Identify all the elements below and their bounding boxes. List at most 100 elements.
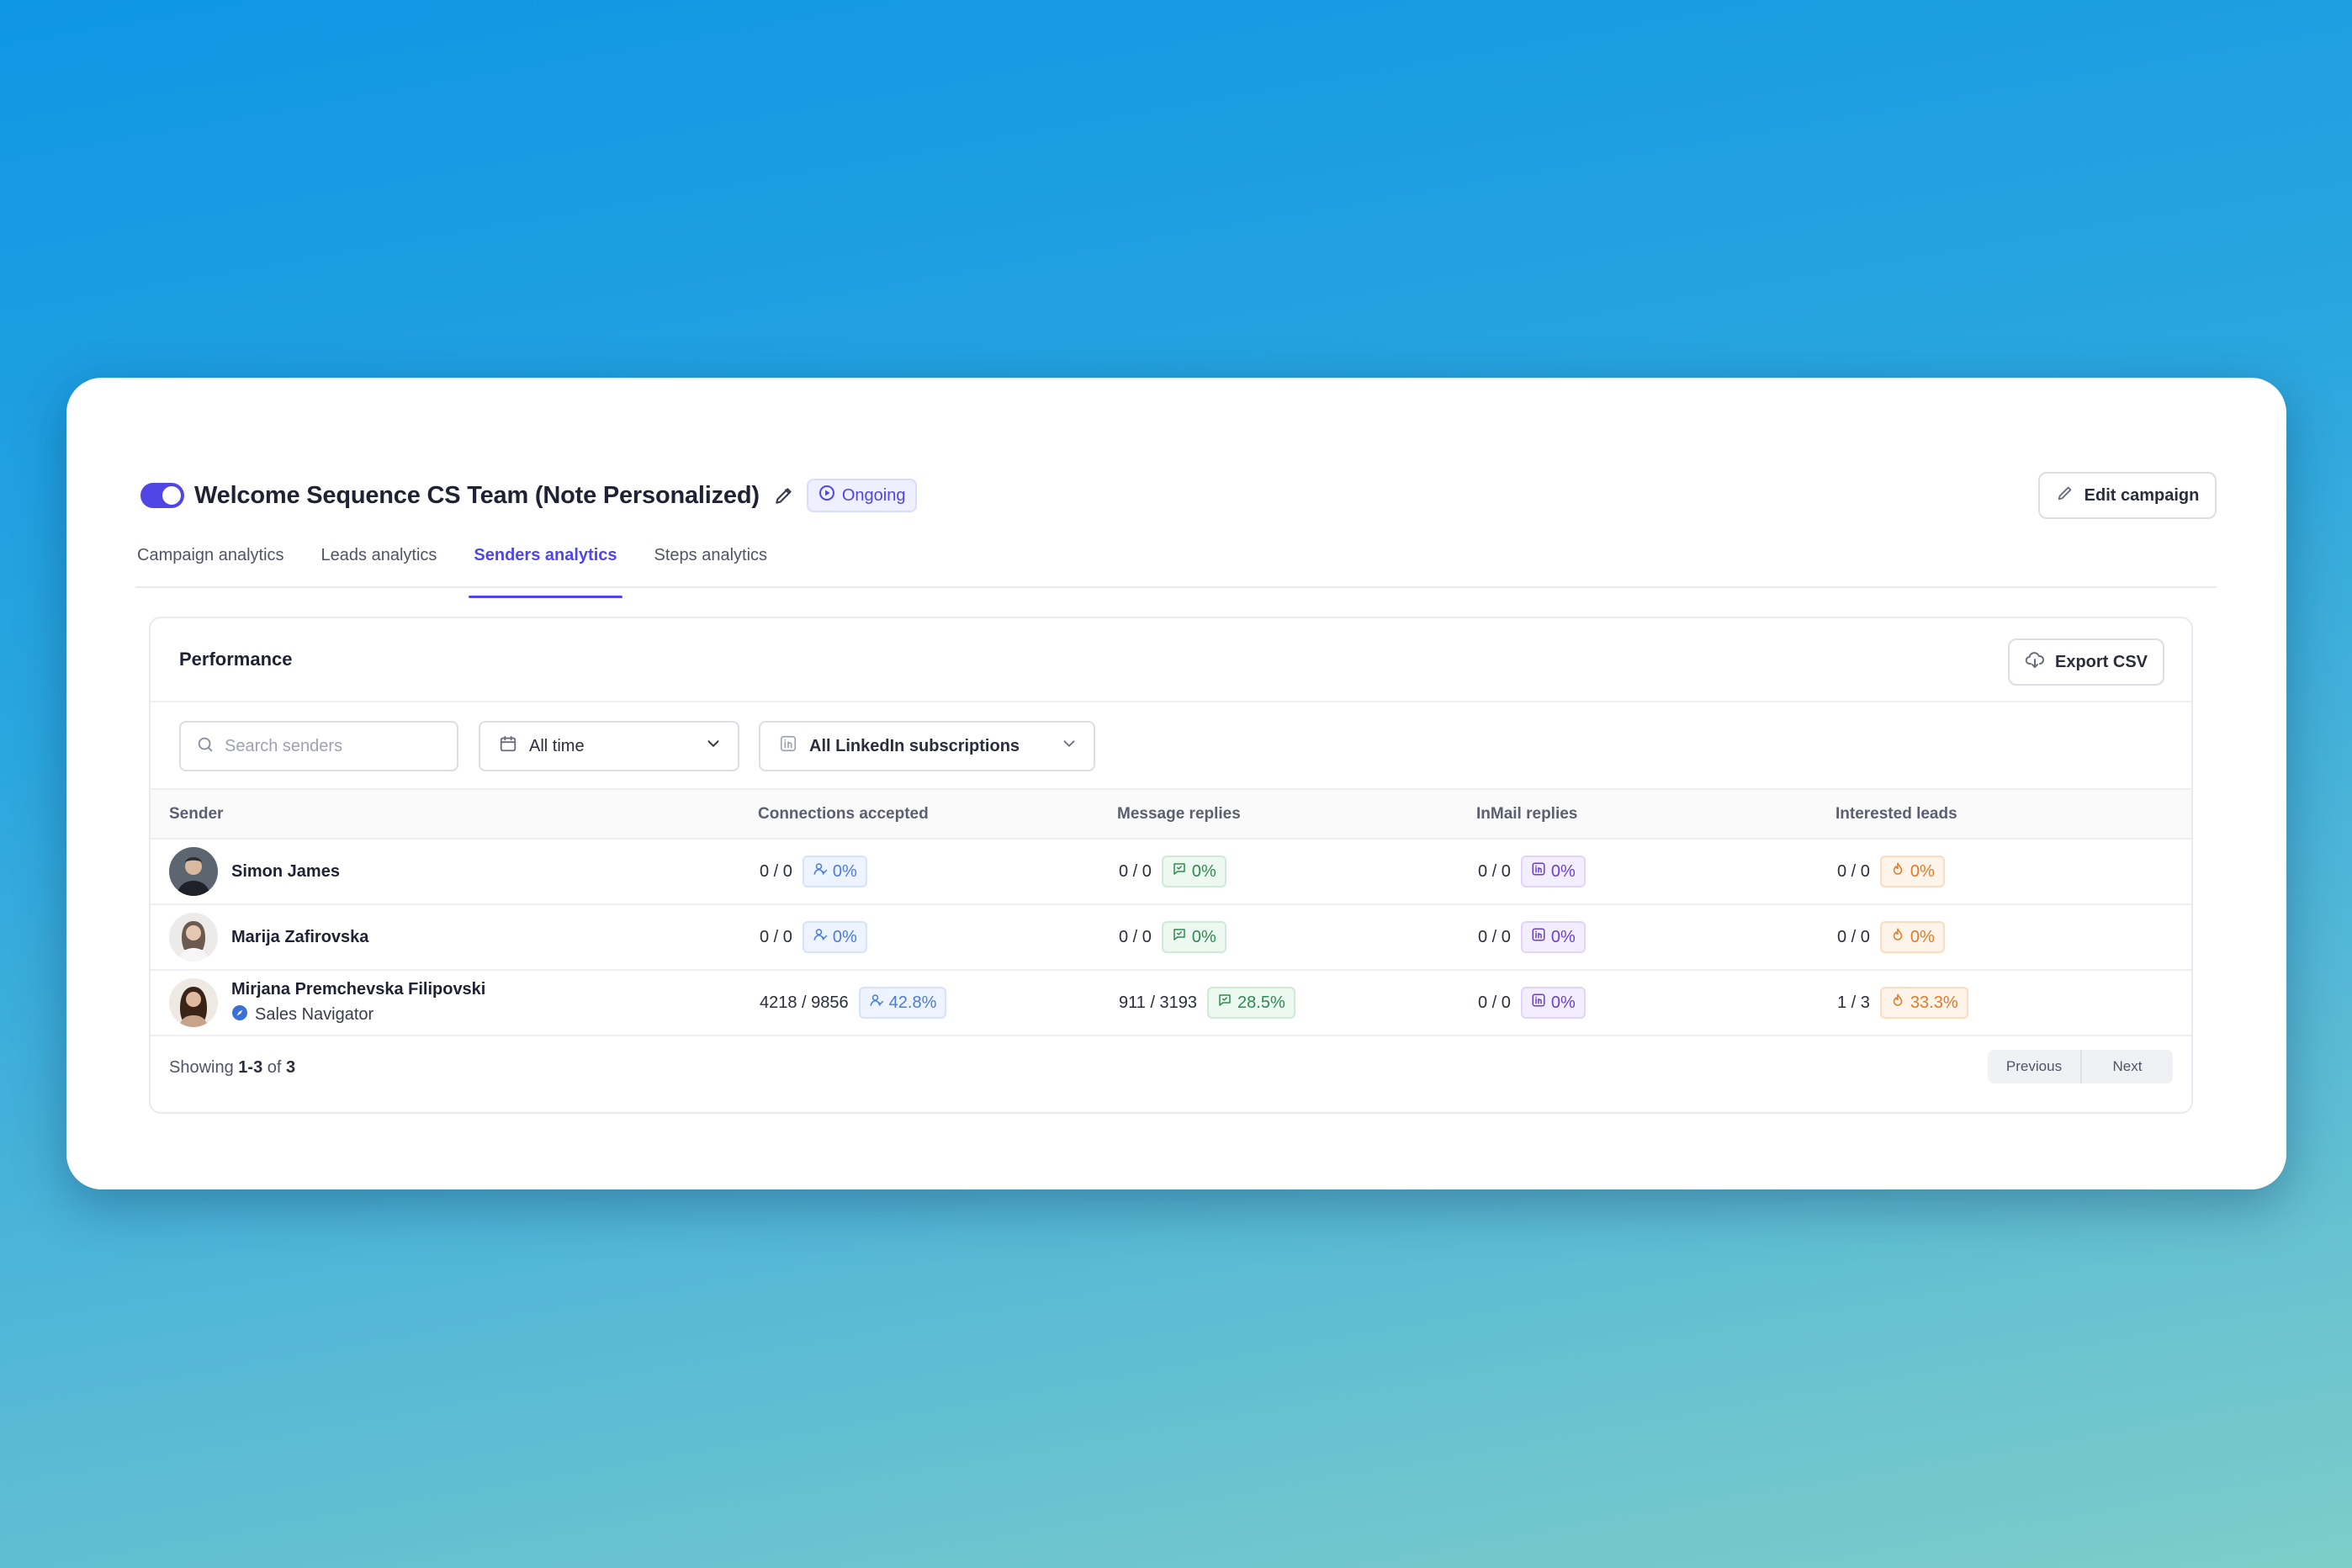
senders-table: Sender Connections accepted Message repl… (151, 790, 2191, 1036)
showing-total: 3 (286, 1058, 296, 1077)
performance-panel: Performance Export CSV All time (149, 617, 2193, 1114)
interested-pill: 0% (1879, 856, 1945, 887)
tab-leads-analytics[interactable]: Leads analytics (321, 538, 437, 586)
inmail-ratio: 0 / 0 (1478, 861, 1511, 881)
messages-ratio: 0 / 0 (1119, 861, 1152, 881)
sender-info: Marija Zafirovska (169, 913, 758, 961)
play-circle-icon (818, 485, 835, 506)
time-range-select[interactable]: All time (479, 721, 739, 771)
inmail-pill: 0% (1520, 921, 1586, 953)
campaign-content: Welcome Sequence CS Team (Note Personali… (135, 462, 2217, 598)
inmail-pill: 0% (1520, 856, 1586, 887)
column-connections: Connections accepted (758, 804, 929, 823)
sender-cell: Simon James (151, 839, 758, 904)
campaign-title: Welcome Sequence CS Team (Note Personali… (194, 481, 760, 509)
sender-name: Marija Zafirovska (231, 927, 369, 946)
sender-text: Mirjana Premchevska Filipovski Sales Nav… (231, 980, 485, 1026)
message-icon (1172, 861, 1187, 882)
tab-campaign-analytics[interactable]: Campaign analytics (137, 538, 284, 586)
linkedin-icon (1531, 861, 1546, 882)
metric: 0 / 0 0% (760, 856, 1117, 887)
metric: 4218 / 9856 42.8% (760, 987, 1117, 1019)
export-csv-button[interactable]: Export CSV (2008, 638, 2164, 686)
campaign-active-toggle[interactable] (140, 483, 184, 508)
connections-ratio: 0 / 0 (760, 861, 792, 881)
column-messages: Message replies (1117, 804, 1241, 823)
connections-ratio: 4218 / 9856 (760, 993, 849, 1012)
avatar (169, 978, 218, 1027)
interested-cell: 0 / 0 0% (1836, 904, 2191, 970)
connections-pct: 0% (832, 861, 857, 881)
user-icon (813, 927, 828, 947)
edit-title-pencil-icon[interactable] (773, 485, 795, 506)
connections-pct: 42.8% (888, 993, 937, 1012)
table-row[interactable]: Marija Zafirovska 0 / 0 0% 0 / 0 0% 0 / 00… (151, 904, 2191, 970)
column-inmail: InMail replies (1476, 804, 1578, 823)
interested-cell: 0 / 0 0% (1836, 839, 2191, 904)
status-badge-label: Ongoing (841, 485, 906, 505)
table-row[interactable]: Simon James 0 / 0 0% 0 / 0 0% 0 / 0 0% 0 / … (151, 839, 2191, 904)
previous-button[interactable]: Previous (1988, 1050, 2082, 1083)
edit-campaign-button[interactable]: Edit campaign (2038, 472, 2217, 519)
inmail-pct: 0% (1550, 927, 1576, 946)
interested-ratio: 0 / 0 (1837, 927, 1870, 946)
showing-range: 1-3 (238, 1058, 263, 1077)
subscription-select[interactable]: All LinkedIn subscriptions (759, 721, 1095, 771)
pagination: Previous Next (1988, 1050, 2173, 1083)
next-button[interactable]: Next (2082, 1050, 2173, 1083)
metric: 911 / 3193 28.5% (1119, 987, 1476, 1019)
column-sender: Sender (169, 804, 224, 823)
status-badge: Ongoing (806, 479, 918, 512)
table-header: Sender Connections accepted Message repl… (151, 790, 2191, 839)
flame-icon (1890, 927, 1905, 947)
messages-ratio: 911 / 3193 (1119, 993, 1198, 1012)
inmail-cell: 0 / 0 0% (1476, 904, 1836, 970)
sender-info: Simon James (169, 847, 758, 896)
search-senders-input[interactable] (225, 736, 443, 756)
connections-cell: 0 / 0 0% (758, 839, 1117, 904)
performance-title: Performance (179, 649, 293, 670)
user-icon (813, 861, 828, 882)
messages-pct: 28.5% (1237, 993, 1285, 1012)
message-icon (1217, 993, 1232, 1013)
tab-senders-analytics[interactable]: Senders analytics (469, 538, 622, 598)
inmail-cell: 0 / 0 0% (1476, 839, 1836, 904)
linkedin-icon (779, 734, 797, 758)
sender-info: Mirjana Premchevska Filipovski Sales Nav… (169, 978, 758, 1027)
time-range-value: All time (529, 736, 585, 755)
messages-pill: 28.5% (1207, 987, 1295, 1019)
messages-cell: 0 / 0 0% (1117, 839, 1476, 904)
connections-pill: 0% (802, 921, 867, 953)
connections-pill: 42.8% (858, 987, 947, 1019)
sender-text: Marija Zafirovska (231, 928, 368, 947)
search-box[interactable] (179, 721, 458, 771)
inmail-pill: 0% (1520, 987, 1586, 1019)
showing-prefix: Showing (169, 1058, 234, 1077)
table-row[interactable]: Mirjana Premchevska Filipovski Sales Nav… (151, 970, 2191, 1036)
analytics-tabs: Campaign analytics Leads analytics Sende… (135, 538, 2217, 598)
messages-pct: 0% (1191, 861, 1216, 881)
avatar (169, 913, 218, 961)
metric: 0 / 0 0% (1837, 856, 2191, 887)
edit-campaign-label: Edit campaign (2084, 485, 2200, 505)
sender-name: Mirjana Premchevska Filipovski (231, 979, 486, 999)
connections-cell: 4218 / 9856 42.8% (758, 970, 1117, 1036)
table-footer: Showing 1-3 of 3 Previous Next (151, 1036, 2191, 1099)
connections-pill: 0% (802, 856, 867, 887)
sender-cell: Marija Zafirovska (151, 904, 758, 970)
sender-text: Simon James (231, 862, 340, 882)
tab-steps-analytics[interactable]: Steps analytics (654, 538, 768, 586)
interested-pct: 0% (1910, 861, 1935, 881)
subscription-label: Sales Navigator (255, 1005, 374, 1024)
performance-header: Performance Export CSV (151, 618, 2191, 702)
metric: 0 / 0 0% (1478, 987, 1836, 1019)
showing-count: Showing 1-3 of 3 (169, 1058, 295, 1078)
interested-pill: 0% (1879, 921, 1945, 953)
messages-ratio: 0 / 0 (1119, 927, 1152, 946)
export-csv-label: Export CSV (2054, 652, 2148, 671)
interested-pct: 0% (1910, 927, 1935, 946)
flame-icon (1890, 993, 1905, 1013)
connections-pct: 0% (832, 927, 857, 946)
inmail-cell: 0 / 0 0% (1476, 970, 1836, 1036)
campaign-header: Welcome Sequence CS Team (Note Personali… (135, 462, 2217, 529)
